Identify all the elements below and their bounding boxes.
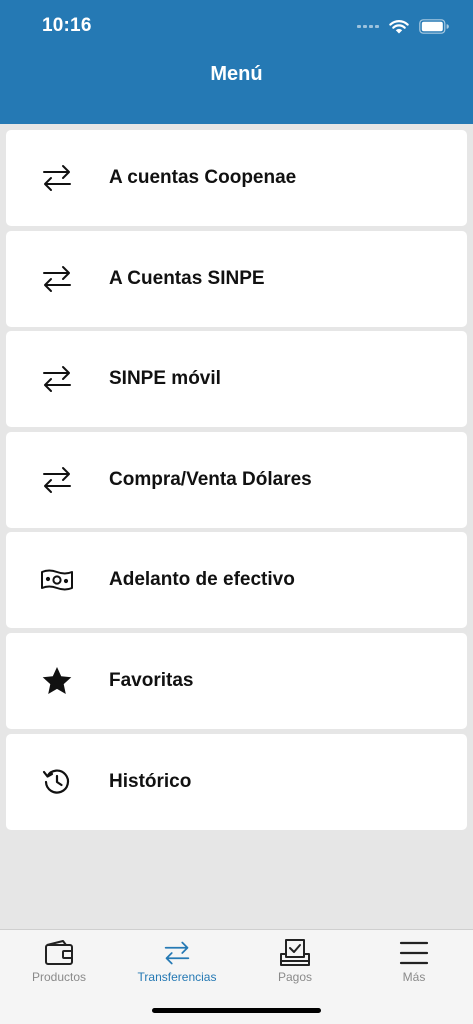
page-title: Menú bbox=[210, 63, 263, 85]
menu-item-historico[interactable]: Histórico bbox=[6, 733, 467, 830]
menu-item-label: A Cuentas SINPE bbox=[109, 267, 265, 289]
header: 10:16 Menú bbox=[0, 0, 473, 124]
wifi-icon bbox=[389, 19, 409, 33]
cellular-signal-icon bbox=[357, 24, 379, 28]
menu-item-sinpe-movil[interactable]: SINPE móvil bbox=[6, 331, 467, 428]
menu-list: A cuentas Coopenae A Cuentas SINPE SINPE… bbox=[6, 130, 467, 834]
menu-item-a-cuentas-coopenae[interactable]: A cuentas Coopenae bbox=[6, 130, 467, 226]
status-time: 10:16 bbox=[42, 15, 92, 36]
star-icon bbox=[40, 664, 74, 698]
tab-label: Productos bbox=[31, 970, 87, 984]
transfer-arrows-icon bbox=[160, 938, 194, 968]
hamburger-menu-icon bbox=[397, 938, 431, 968]
wallet-icon bbox=[42, 938, 76, 968]
menu-item-label: Histórico bbox=[109, 770, 192, 792]
menu-item-label: SINPE móvil bbox=[109, 368, 221, 390]
home-indicator bbox=[152, 1008, 321, 1013]
battery-icon bbox=[419, 18, 449, 34]
tab-mas[interactable]: Más bbox=[355, 930, 473, 990]
transfer-arrows-icon bbox=[40, 362, 74, 396]
menu-item-a-cuentas-sinpe[interactable]: A Cuentas SINPE bbox=[6, 230, 467, 327]
tab-transferencias[interactable]: Transferencias bbox=[118, 930, 236, 990]
transfer-arrows-icon bbox=[40, 262, 74, 296]
tab-pagos[interactable]: Pagos bbox=[236, 930, 354, 990]
transfer-arrows-icon bbox=[40, 161, 74, 195]
ballot-box-icon bbox=[278, 938, 312, 968]
tab-label: Pagos bbox=[277, 970, 313, 984]
transfer-arrows-icon bbox=[40, 463, 74, 497]
tab-label: Más bbox=[402, 970, 426, 984]
menu-item-label: Compra/Venta Dólares bbox=[109, 468, 312, 490]
history-clock-icon bbox=[40, 765, 74, 799]
tab-productos[interactable]: Productos bbox=[0, 930, 118, 990]
menu-item-compra-venta-dolares[interactable]: Compra/Venta Dólares bbox=[6, 431, 467, 528]
menu-item-label: Favoritas bbox=[109, 669, 194, 691]
menu-item-adelanto-de-efectivo[interactable]: Adelanto de efectivo bbox=[6, 532, 467, 629]
menu-item-favoritas[interactable]: Favoritas bbox=[6, 632, 467, 729]
status-icons bbox=[357, 15, 449, 37]
menu-item-label: Adelanto de efectivo bbox=[109, 569, 295, 591]
tab-label: Transferencias bbox=[137, 970, 217, 984]
menu-item-label: A cuentas Coopenae bbox=[109, 167, 297, 188]
cash-bill-icon bbox=[40, 563, 74, 597]
